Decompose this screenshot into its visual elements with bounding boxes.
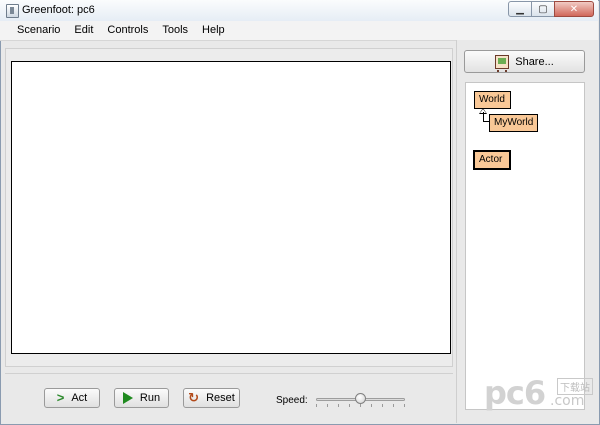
reset-button[interactable]: ↻ Reset: [183, 388, 240, 408]
play-icon: [122, 392, 133, 404]
menu-scenario[interactable]: Scenario: [0, 21, 67, 40]
speed-slider-ticks: [316, 404, 405, 407]
class-myworld[interactable]: MyWorld: [489, 114, 538, 132]
window-controls: ▁ ▢ ✕: [508, 1, 594, 17]
menu-tools[interactable]: Tools: [155, 21, 195, 40]
menu-edit[interactable]: Edit: [67, 21, 100, 40]
maximize-button[interactable]: ▢: [531, 1, 555, 17]
world-canvas[interactable]: [11, 61, 451, 354]
watermark-logo: pc6 下载站 .com: [484, 374, 594, 414]
menu-bar: Scenario Edit Controls Tools Help: [0, 21, 598, 41]
speed-slider-thumb[interactable]: [355, 393, 366, 404]
menu-help[interactable]: Help: [195, 21, 232, 40]
class-world[interactable]: World: [474, 91, 511, 109]
act-button-label: Act: [71, 392, 88, 404]
close-button[interactable]: ✕: [554, 1, 594, 17]
watermark-text: pc6: [484, 374, 546, 412]
act-button[interactable]: > Act: [44, 388, 100, 408]
share-button-label: Share...: [515, 55, 554, 68]
speed-label: Speed:: [276, 395, 308, 406]
watermark-domain: .com: [550, 393, 585, 409]
title-bar: Greenfoot: pc6 ▁ ▢ ✕: [0, 0, 598, 22]
minimize-button[interactable]: ▁: [508, 1, 532, 17]
reset-icon: ↻: [188, 390, 200, 405]
window-title: Greenfoot: pc6: [22, 4, 95, 16]
run-button-label: Run: [139, 392, 161, 404]
reset-button-label: Reset: [206, 392, 235, 404]
share-button[interactable]: Share...: [464, 50, 585, 73]
run-button[interactable]: Run: [114, 388, 169, 408]
menu-controls[interactable]: Controls: [100, 21, 155, 40]
class-actor[interactable]: Actor: [473, 150, 511, 170]
step-arrow-icon: >: [56, 390, 65, 405]
app-icon: [6, 4, 19, 18]
easel-icon: [495, 54, 510, 72]
